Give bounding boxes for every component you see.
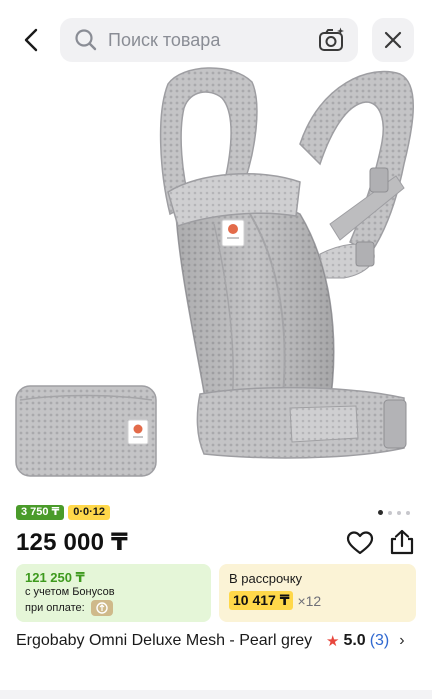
- pagination-dot[interactable]: [388, 510, 392, 515]
- camera-search-icon[interactable]: [318, 27, 346, 53]
- bonus-badge: 3 750 ₸: [16, 505, 65, 520]
- rating-score: 5.0: [343, 632, 366, 649]
- bonus-price-card[interactable]: 121 250 ₸ с учетом Бонусов при оплате:: [16, 564, 211, 622]
- bonus-coin-icon: [90, 600, 113, 616]
- close-button[interactable]: [372, 18, 414, 62]
- bonus-note-line2: при оплате:: [25, 601, 85, 614]
- installment-monthly: 10 417 ₸: [229, 591, 294, 610]
- product-image-gallery[interactable]: [0, 64, 432, 500]
- rating-link[interactable]: ★ 5.0 (3) ›: [326, 632, 405, 650]
- product-price: 125 000 ₸: [16, 529, 128, 556]
- top-bar: Поиск товара: [0, 18, 432, 62]
- pagination-dot[interactable]: [406, 510, 410, 515]
- chevron-right-icon: ›: [399, 632, 405, 649]
- search-input[interactable]: Поиск товара: [60, 18, 358, 62]
- search-icon: [75, 29, 97, 51]
- installment-multiplier: ×12: [297, 592, 322, 609]
- bottom-divider: [0, 690, 432, 699]
- installment-badge: 0·0·12: [68, 505, 111, 520]
- gallery-pagination: [378, 510, 410, 515]
- close-icon: [384, 31, 402, 49]
- review-count: (3): [369, 632, 390, 649]
- installment-card[interactable]: В рассрочку 10 417 ₸ ×12: [219, 564, 416, 622]
- back-button[interactable]: [14, 22, 50, 58]
- heart-icon[interactable]: [346, 530, 374, 556]
- product-image: [15, 67, 414, 477]
- star-icon: ★: [326, 633, 340, 650]
- search-placeholder: Поиск товара: [108, 29, 221, 50]
- pagination-dot[interactable]: [397, 510, 401, 515]
- product-title: Ergobaby Omni Deluxe Mesh - Pearl grey: [16, 632, 313, 649]
- price-badges: 3 750 ₸ 0·0·12: [16, 505, 111, 520]
- bonus-note-line1: с учетом Бонусов: [25, 586, 115, 598]
- back-arrow-icon: [24, 28, 38, 52]
- bonus-price-amount: 121 250 ₸: [25, 570, 85, 585]
- pagination-dot[interactable]: [378, 510, 383, 515]
- share-icon[interactable]: [388, 528, 416, 556]
- installment-label: В рассрочку: [229, 571, 303, 586]
